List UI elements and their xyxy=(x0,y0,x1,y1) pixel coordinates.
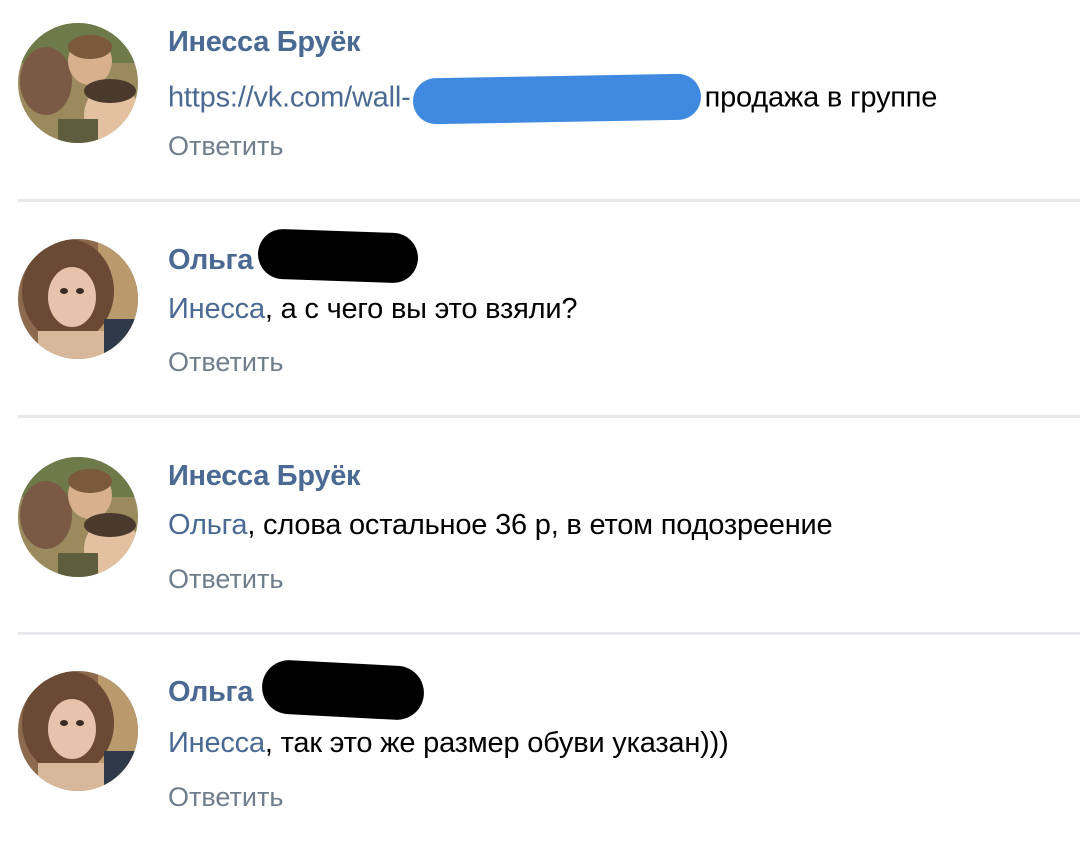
avatar-olga[interactable] xyxy=(18,239,138,359)
comment-body: , а с чего вы это взяли? xyxy=(264,293,578,325)
comment-author[interactable]: Инесса Бруёк xyxy=(168,26,361,59)
comment-2: Ольга Инесса, а с чего вы это взяли? Отв… xyxy=(0,217,1080,417)
avatar-inessa[interactable] xyxy=(18,457,138,577)
comment-link[interactable]: https://vk.com/wall- xyxy=(168,82,411,114)
reply-button[interactable]: Ответить xyxy=(168,347,283,378)
redaction-mark xyxy=(260,658,426,722)
avatar-olga[interactable] xyxy=(18,671,138,791)
divider xyxy=(18,199,1080,202)
comment-text: https://vk.com/wall-продажа в группе xyxy=(168,73,938,125)
comment-4: Ольга Инесса, так это же размер обуви ук… xyxy=(0,649,1080,849)
comment-text: Инесса, а с чего вы это взяли? xyxy=(168,293,577,326)
mention-link[interactable]: Инесса xyxy=(168,727,265,759)
comment-1: Инесса Бруёк https://vk.com/wall-продажа… xyxy=(0,0,1080,200)
comment-body: , так это же размер обуви указан))) xyxy=(264,727,729,759)
divider xyxy=(18,415,1080,418)
reply-button[interactable]: Ответить xyxy=(168,131,283,162)
mention-link[interactable]: Ольга xyxy=(168,509,248,541)
redaction-mark xyxy=(412,73,701,125)
divider xyxy=(18,632,1080,635)
comment-author[interactable]: Ольга xyxy=(168,676,253,709)
comment-author[interactable]: Ольга xyxy=(168,244,253,277)
comment-text: Инесса, так это же размер обуви указан))… xyxy=(168,727,729,760)
comment-text: Ольга, слова остальное 36 р, в етом подо… xyxy=(168,509,833,542)
comment-author[interactable]: Инесса Бруёк xyxy=(168,460,361,493)
reply-button[interactable]: Ответить xyxy=(168,564,283,595)
mention-link[interactable]: Инесса xyxy=(168,293,265,325)
redaction-mark xyxy=(257,228,419,284)
avatar-inessa[interactable] xyxy=(18,23,138,143)
comment-body: , слова остальное 36 р, в етом подозреен… xyxy=(247,509,833,541)
comment-text-after-link: продажа в группе xyxy=(704,81,938,114)
reply-button[interactable]: Ответить xyxy=(168,782,283,813)
comment-3: Инесса Бруёк Ольга, слова остальное 36 р… xyxy=(0,434,1080,634)
